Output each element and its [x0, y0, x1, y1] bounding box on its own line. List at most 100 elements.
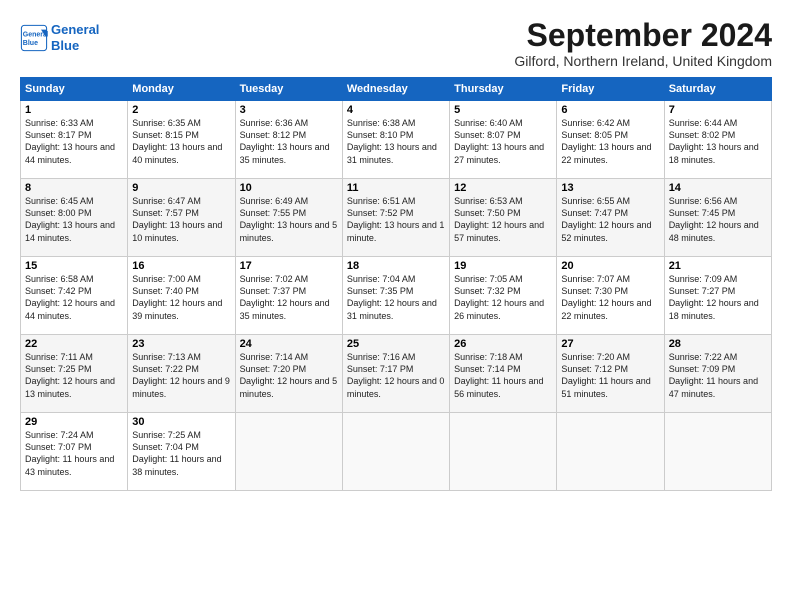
day-number: 20 — [561, 260, 659, 272]
day-info: Sunrise: 7:09 AMSunset: 7:27 PMDaylight:… — [669, 273, 767, 322]
col-header-tuesday: Tuesday — [235, 78, 342, 101]
calendar-cell: 14Sunrise: 6:56 AMSunset: 7:45 PMDayligh… — [664, 179, 771, 257]
calendar-cell: 16Sunrise: 7:00 AMSunset: 7:40 PMDayligh… — [128, 257, 235, 335]
day-number: 19 — [454, 260, 552, 272]
col-header-thursday: Thursday — [450, 78, 557, 101]
day-info: Sunrise: 7:04 AMSunset: 7:35 PMDaylight:… — [347, 273, 445, 322]
calendar-table: SundayMondayTuesdayWednesdayThursdayFrid… — [20, 77, 772, 491]
calendar-cell: 26Sunrise: 7:18 AMSunset: 7:14 PMDayligh… — [450, 335, 557, 413]
day-number: 4 — [347, 104, 445, 116]
calendar-cell: 29Sunrise: 7:24 AMSunset: 7:07 PMDayligh… — [21, 413, 128, 491]
calendar-cell: 15Sunrise: 6:58 AMSunset: 7:42 PMDayligh… — [21, 257, 128, 335]
col-header-saturday: Saturday — [664, 78, 771, 101]
calendar-cell: 8Sunrise: 6:45 AMSunset: 8:00 PMDaylight… — [21, 179, 128, 257]
day-number: 17 — [240, 260, 338, 272]
calendar-cell: 10Sunrise: 6:49 AMSunset: 7:55 PMDayligh… — [235, 179, 342, 257]
calendar-cell: 9Sunrise: 6:47 AMSunset: 7:57 PMDaylight… — [128, 179, 235, 257]
calendar-cell: 12Sunrise: 6:53 AMSunset: 7:50 PMDayligh… — [450, 179, 557, 257]
day-info: Sunrise: 6:36 AMSunset: 8:12 PMDaylight:… — [240, 117, 338, 166]
calendar-cell: 30Sunrise: 7:25 AMSunset: 7:04 PMDayligh… — [128, 413, 235, 491]
day-number: 25 — [347, 338, 445, 350]
day-info: Sunrise: 7:16 AMSunset: 7:17 PMDaylight:… — [347, 351, 445, 400]
calendar-cell: 5Sunrise: 6:40 AMSunset: 8:07 PMDaylight… — [450, 101, 557, 179]
day-info: Sunrise: 6:42 AMSunset: 8:05 PMDaylight:… — [561, 117, 659, 166]
svg-text:Blue: Blue — [23, 40, 38, 47]
calendar-cell: 6Sunrise: 6:42 AMSunset: 8:05 PMDaylight… — [557, 101, 664, 179]
day-info: Sunrise: 6:40 AMSunset: 8:07 PMDaylight:… — [454, 117, 552, 166]
day-number: 5 — [454, 104, 552, 116]
day-info: Sunrise: 6:45 AMSunset: 8:00 PMDaylight:… — [25, 195, 123, 244]
calendar-cell: 19Sunrise: 7:05 AMSunset: 7:32 PMDayligh… — [450, 257, 557, 335]
day-info: Sunrise: 7:02 AMSunset: 7:37 PMDaylight:… — [240, 273, 338, 322]
logo: General Blue General Blue — [20, 22, 99, 53]
day-info: Sunrise: 7:20 AMSunset: 7:12 PMDaylight:… — [561, 351, 659, 400]
calendar-cell: 21Sunrise: 7:09 AMSunset: 7:27 PMDayligh… — [664, 257, 771, 335]
calendar-cell: 24Sunrise: 7:14 AMSunset: 7:20 PMDayligh… — [235, 335, 342, 413]
day-number: 12 — [454, 182, 552, 194]
calendar-cell: 28Sunrise: 7:22 AMSunset: 7:09 PMDayligh… — [664, 335, 771, 413]
calendar-cell — [664, 413, 771, 491]
day-number: 22 — [25, 338, 123, 350]
calendar-title: September 2024 — [514, 18, 772, 53]
calendar-cell — [450, 413, 557, 491]
day-info: Sunrise: 7:11 AMSunset: 7:25 PMDaylight:… — [25, 351, 123, 400]
calendar-cell: 13Sunrise: 6:55 AMSunset: 7:47 PMDayligh… — [557, 179, 664, 257]
calendar-cell: 7Sunrise: 6:44 AMSunset: 8:02 PMDaylight… — [664, 101, 771, 179]
day-number: 1 — [25, 104, 123, 116]
day-info: Sunrise: 6:58 AMSunset: 7:42 PMDaylight:… — [25, 273, 123, 322]
day-number: 7 — [669, 104, 767, 116]
day-info: Sunrise: 7:14 AMSunset: 7:20 PMDaylight:… — [240, 351, 338, 400]
day-number: 6 — [561, 104, 659, 116]
day-info: Sunrise: 6:51 AMSunset: 7:52 PMDaylight:… — [347, 195, 445, 244]
day-number: 16 — [132, 260, 230, 272]
day-number: 15 — [25, 260, 123, 272]
day-info: Sunrise: 6:38 AMSunset: 8:10 PMDaylight:… — [347, 117, 445, 166]
day-info: Sunrise: 6:55 AMSunset: 7:47 PMDaylight:… — [561, 195, 659, 244]
calendar-cell: 25Sunrise: 7:16 AMSunset: 7:17 PMDayligh… — [342, 335, 449, 413]
day-number: 9 — [132, 182, 230, 194]
day-number: 23 — [132, 338, 230, 350]
day-info: Sunrise: 6:53 AMSunset: 7:50 PMDaylight:… — [454, 195, 552, 244]
day-number: 30 — [132, 416, 230, 428]
calendar-cell: 18Sunrise: 7:04 AMSunset: 7:35 PMDayligh… — [342, 257, 449, 335]
calendar-cell: 11Sunrise: 6:51 AMSunset: 7:52 PMDayligh… — [342, 179, 449, 257]
day-number: 29 — [25, 416, 123, 428]
calendar-cell: 3Sunrise: 6:36 AMSunset: 8:12 PMDaylight… — [235, 101, 342, 179]
day-number: 10 — [240, 182, 338, 194]
calendar-cell: 22Sunrise: 7:11 AMSunset: 7:25 PMDayligh… — [21, 335, 128, 413]
day-number: 14 — [669, 182, 767, 194]
col-header-wednesday: Wednesday — [342, 78, 449, 101]
day-info: Sunrise: 7:24 AMSunset: 7:07 PMDaylight:… — [25, 429, 123, 478]
calendar-cell: 17Sunrise: 7:02 AMSunset: 7:37 PMDayligh… — [235, 257, 342, 335]
day-number: 3 — [240, 104, 338, 116]
title-block: September 2024 Gilford, Northern Ireland… — [514, 18, 772, 69]
day-info: Sunrise: 7:07 AMSunset: 7:30 PMDaylight:… — [561, 273, 659, 322]
day-number: 18 — [347, 260, 445, 272]
day-number: 21 — [669, 260, 767, 272]
logo-line1: General — [51, 22, 99, 38]
day-number: 27 — [561, 338, 659, 350]
day-info: Sunrise: 7:22 AMSunset: 7:09 PMDaylight:… — [669, 351, 767, 400]
calendar-subtitle: Gilford, Northern Ireland, United Kingdo… — [514, 53, 772, 69]
day-info: Sunrise: 6:44 AMSunset: 8:02 PMDaylight:… — [669, 117, 767, 166]
day-info: Sunrise: 6:49 AMSunset: 7:55 PMDaylight:… — [240, 195, 338, 244]
calendar-cell — [557, 413, 664, 491]
calendar-cell: 2Sunrise: 6:35 AMSunset: 8:15 PMDaylight… — [128, 101, 235, 179]
day-info: Sunrise: 6:56 AMSunset: 7:45 PMDaylight:… — [669, 195, 767, 244]
day-info: Sunrise: 6:33 AMSunset: 8:17 PMDaylight:… — [25, 117, 123, 166]
calendar-cell: 20Sunrise: 7:07 AMSunset: 7:30 PMDayligh… — [557, 257, 664, 335]
calendar-cell — [342, 413, 449, 491]
col-header-sunday: Sunday — [21, 78, 128, 101]
day-number: 28 — [669, 338, 767, 350]
day-info: Sunrise: 7:18 AMSunset: 7:14 PMDaylight:… — [454, 351, 552, 400]
day-info: Sunrise: 7:25 AMSunset: 7:04 PMDaylight:… — [132, 429, 230, 478]
col-header-monday: Monday — [128, 78, 235, 101]
calendar-cell: 23Sunrise: 7:13 AMSunset: 7:22 PMDayligh… — [128, 335, 235, 413]
day-number: 13 — [561, 182, 659, 194]
day-info: Sunrise: 7:05 AMSunset: 7:32 PMDaylight:… — [454, 273, 552, 322]
calendar-cell: 27Sunrise: 7:20 AMSunset: 7:12 PMDayligh… — [557, 335, 664, 413]
calendar-cell — [235, 413, 342, 491]
day-number: 2 — [132, 104, 230, 116]
day-info: Sunrise: 6:47 AMSunset: 7:57 PMDaylight:… — [132, 195, 230, 244]
day-info: Sunrise: 7:00 AMSunset: 7:40 PMDaylight:… — [132, 273, 230, 322]
